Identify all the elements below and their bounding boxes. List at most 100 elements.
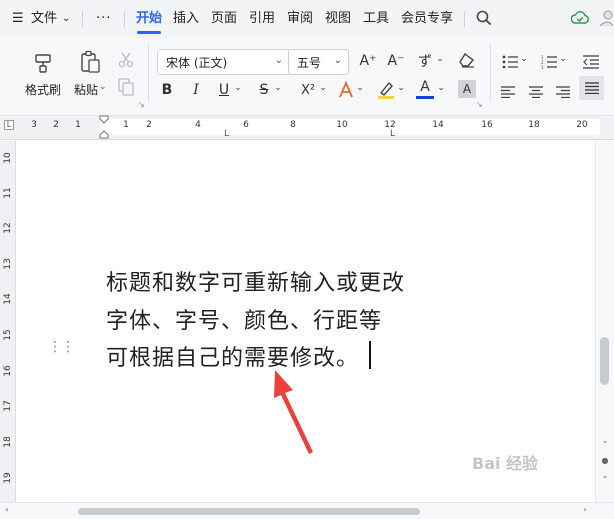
tab-member[interactable]: 会员专享 — [401, 10, 453, 28]
vertical-ruler[interactable]: 10 11 12 13 14 15 16 17 18 19 — [0, 141, 16, 502]
tab-insert[interactable]: 插入 — [173, 10, 199, 28]
tab-home[interactable]: 开始 — [136, 10, 162, 28]
first-line-indent-marker[interactable] — [99, 115, 109, 143]
menu-divider — [82, 11, 83, 27]
ruler-number: 18 — [528, 120, 540, 130]
format-painter-icon[interactable] — [32, 52, 54, 78]
paste-icon[interactable] — [79, 50, 101, 78]
clear-format-icon[interactable] — [458, 52, 476, 72]
decrease-font-size-button[interactable]: A⁻ — [386, 51, 406, 71]
vertical-ruler-number: 16 — [3, 365, 13, 377]
ruler-number: 10 — [336, 120, 348, 130]
horizontal-scrollbar[interactable]: ‹ › — [0, 502, 614, 519]
vertical-ruler-number: 15 — [3, 329, 13, 341]
tab-stop-marker[interactable]: L — [224, 129, 229, 139]
tab-references[interactable]: 引用 — [249, 10, 275, 28]
text-effect-icon[interactable] — [338, 80, 354, 103]
horizontal-ruler[interactable]: L 3 2 1 1 2 4 6 8 10 12 14 16 18 20 L L — [0, 115, 614, 143]
vertical-ruler-number: 12 — [3, 222, 13, 234]
tab-page[interactable]: 页面 — [211, 10, 237, 28]
document-line[interactable]: 标题和数字可重新输入或更改 — [106, 265, 405, 297]
ribbon-divider — [148, 44, 149, 102]
tab-stop-selector[interactable]: L — [4, 120, 14, 130]
more-menu-button[interactable]: ··· — [96, 10, 111, 28]
select-browse-object-icon[interactable]: ● — [600, 456, 610, 465]
highlight-icon[interactable] — [377, 80, 395, 104]
decrease-indent-icon[interactable] — [583, 54, 599, 73]
copy-icon — [118, 78, 134, 100]
ruler-number: 1 — [123, 120, 129, 130]
font-color-swatch — [416, 96, 434, 99]
file-menu[interactable]: 文件 — [31, 10, 57, 28]
paste-button[interactable]: 粘贴 — [74, 81, 98, 98]
scroll-left-icon[interactable]: ‹ — [2, 505, 12, 514]
previous-page-icon[interactable]: ⌃ — [600, 440, 610, 449]
phonetic-guide-button[interactable]: ず — [414, 51, 436, 71]
vertical-scrollbar-thumb[interactable] — [600, 337, 609, 385]
font-color-dropdown-icon[interactable]: ⌄ — [436, 83, 446, 93]
document-line[interactable]: 字体、字号、颜色、行距等 — [106, 303, 382, 335]
annotation-arrow-icon — [274, 370, 313, 454]
font-name-value: 宋体 (正文) — [166, 55, 228, 70]
ruler-number: 2 — [53, 120, 59, 130]
character-shading-button[interactable]: A — [458, 80, 476, 98]
justify-icon[interactable] — [579, 76, 604, 100]
superscript-dropdown-icon[interactable]: ⌄ — [318, 83, 328, 93]
cloud-sync-icon[interactable] — [570, 10, 589, 30]
format-painter-button[interactable]: 格式刷 — [25, 81, 61, 98]
font-name-select[interactable]: 宋体 (正文) ⌄ — [157, 49, 290, 75]
font-expand-icon[interactable]: ↘ — [476, 100, 483, 109]
ruler-number: 20 — [576, 120, 588, 130]
menu-bar: ☰ 文件 ⌄ ··· 开始 插入 页面 引用 审阅 视图 工具 会员专享 — [0, 0, 614, 38]
bulleted-list-dropdown-icon[interactable]: ⌄ — [519, 54, 529, 64]
account-icon[interactable] — [599, 9, 614, 31]
ribbon-toolbar: 格式刷 粘贴 ⌄ ↘ 宋体 (正文) ⌄ 五号 ⌄ A⁺ A⁻ ず ⌄ B I … — [0, 38, 614, 116]
paragraph-drag-handle-icon[interactable]: ⋮⋮ — [48, 340, 75, 354]
align-left-icon[interactable] — [501, 83, 515, 102]
search-icon[interactable] — [476, 10, 492, 30]
next-page-icon[interactable]: ⌄ — [600, 471, 610, 480]
italic-button[interactable]: I — [187, 80, 205, 100]
ruler-number: 8 — [290, 120, 296, 130]
tab-stop-marker[interactable]: L — [390, 129, 395, 139]
bulleted-list-icon[interactable] — [502, 54, 518, 73]
font-color-button[interactable]: A — [416, 78, 434, 96]
highlight-dropdown-icon[interactable]: ⌄ — [396, 83, 406, 93]
tab-view[interactable]: 视图 — [325, 10, 351, 28]
ruler-number: 6 — [243, 120, 249, 130]
numbered-list-dropdown-icon[interactable]: ⌄ — [558, 54, 568, 64]
increase-font-size-button[interactable]: A⁺ — [358, 51, 378, 71]
vertical-ruler-number: 19 — [3, 472, 13, 484]
ruler-number: 14 — [432, 120, 444, 130]
bold-button[interactable]: B — [158, 80, 176, 100]
font-size-select[interactable]: 五号 ⌄ — [288, 49, 349, 75]
vertical-scrollbar[interactable]: ⌃ ● ⌄ — [595, 141, 614, 502]
tab-review[interactable]: 审阅 — [287, 10, 313, 28]
watermark-logo: Bai 经验 — [472, 454, 539, 473]
active-tab-indicator — [137, 31, 161, 34]
strikethrough-button[interactable]: S — [255, 80, 273, 100]
scroll-right-icon[interactable]: › — [580, 505, 590, 514]
vertical-ruler-number: 18 — [3, 436, 13, 448]
tab-tools[interactable]: 工具 — [363, 10, 389, 28]
menu-divider — [124, 11, 125, 27]
underline-dropdown-icon[interactable]: ⌄ — [233, 83, 243, 93]
ruler-number: 4 — [195, 120, 201, 130]
phonetic-dropdown-icon[interactable]: ⌄ — [435, 54, 445, 64]
clipboard-expand-icon[interactable]: ↘ — [138, 100, 145, 109]
hamburger-menu-icon[interactable]: ☰ — [12, 10, 24, 28]
file-menu-chevron-icon[interactable]: ⌄ — [62, 10, 70, 28]
ruler-number: 2 — [146, 120, 152, 130]
paste-dropdown-icon[interactable]: ⌄ — [99, 82, 107, 92]
underline-button[interactable]: U — [215, 80, 233, 100]
align-center-icon[interactable] — [529, 83, 543, 102]
horizontal-scrollbar-thumb[interactable] — [78, 508, 420, 515]
superscript-button[interactable]: X² — [298, 80, 318, 100]
vertical-ruler-number: 11 — [3, 187, 13, 199]
ruler-number: 3 — [31, 120, 37, 130]
text-effect-dropdown-icon[interactable]: ⌄ — [355, 83, 365, 93]
numbered-list-icon[interactable]: 123 — [541, 54, 557, 73]
ruler-number: 16 — [481, 120, 493, 130]
align-right-icon[interactable] — [556, 83, 570, 102]
strikethrough-dropdown-icon[interactable]: ⌄ — [273, 83, 283, 93]
